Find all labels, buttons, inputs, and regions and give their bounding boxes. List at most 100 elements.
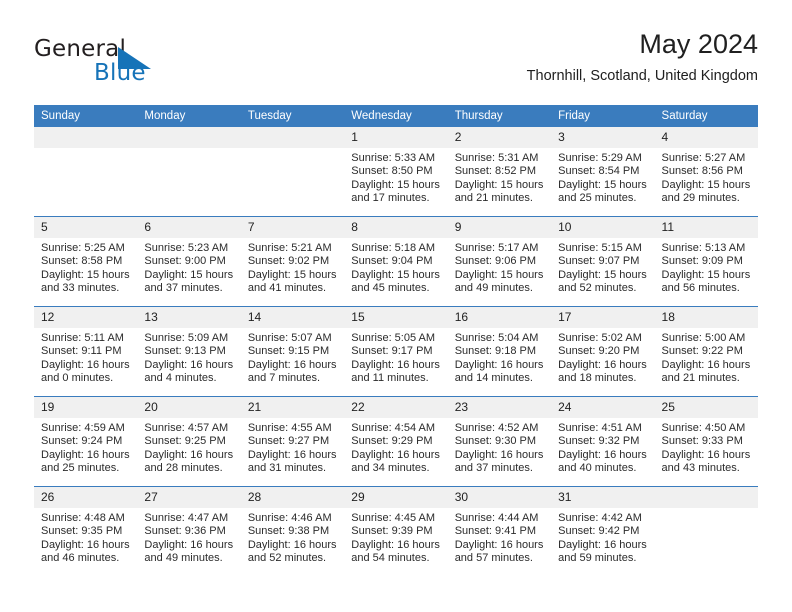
calendar-day-cell-inner bbox=[34, 127, 138, 216]
daylight-line2-text: and 0 minutes. bbox=[41, 372, 114, 385]
calendar-day-cell[interactable]: 16 Sunrise: 5:04 AM Sunset: 9:18 PM Dayligh… bbox=[447, 306, 552, 397]
day-details: Sunrise: 5:04 AM Sunset: 9:18 PM Daylight:… bbox=[448, 328, 551, 386]
day-number: 25 bbox=[654, 397, 758, 418]
calendar-day-cell[interactable]: 10 Sunrise: 5:15 AM Sunset: 9:07 PM Dayligh… bbox=[551, 216, 655, 307]
calendar-day-cell[interactable]: 13 Sunrise: 5:09 AM Sunset: 9:13 PM Dayligh… bbox=[137, 306, 241, 397]
calendar-day-cell[interactable]: 15 Sunrise: 5:05 AM Sunset: 9:17 PM Dayligh… bbox=[344, 306, 448, 397]
daylight-line1-text: Daylight: 16 hours bbox=[351, 448, 440, 461]
sunset-text: Sunset: 9:11 PM bbox=[41, 345, 122, 358]
day-number: 17 bbox=[551, 307, 655, 328]
calendar-week-row: 26 Sunrise: 4:48 AM Sunset: 9:35 PM Dayligh… bbox=[34, 486, 758, 576]
calendar-day-cell[interactable]: 28 Sunrise: 4:46 AM Sunset: 9:38 PM Dayligh… bbox=[240, 486, 345, 576]
calendar-day-cell[interactable]: 31 Sunrise: 4:42 AM Sunset: 9:42 PM Dayligh… bbox=[551, 486, 655, 576]
calendar-day-cell[interactable]: 12 Sunrise: 5:11 AM Sunset: 9:11 PM Dayligh… bbox=[34, 306, 138, 397]
calendar-day-cell[interactable]: 30 Sunrise: 4:44 AM Sunset: 9:41 PM Dayligh… bbox=[447, 486, 552, 576]
calendar-day-cell[interactable]: 11 Sunrise: 5:13 AM Sunset: 9:09 PM Dayligh… bbox=[654, 216, 758, 307]
day-details: Sunrise: 5:11 AM Sunset: 9:11 PM Daylight:… bbox=[34, 328, 137, 386]
calendar-day-cell-inner: 20 Sunrise: 4:57 AM Sunset: 9:25 PM Dayligh… bbox=[137, 397, 241, 486]
calendar-day-cell[interactable]: 7 Sunrise: 5:21 AM Sunset: 9:02 PM Daylight… bbox=[240, 216, 345, 307]
daylight-line1-text: Daylight: 16 hours bbox=[454, 358, 544, 371]
sunset-text: Sunset: 9:30 PM bbox=[454, 435, 537, 448]
day-number: 8 bbox=[344, 217, 448, 238]
daylight-line1-text: Daylight: 16 hours bbox=[41, 538, 130, 551]
calendar-day-cell[interactable]: 9 Sunrise: 5:17 AM Sunset: 9:06 PM Daylight… bbox=[447, 216, 552, 307]
calendar-day-cell[interactable]: 5 Sunrise: 5:25 AM Sunset: 8:58 PM Daylight… bbox=[34, 216, 138, 307]
day-details: Sunrise: 5:09 AM Sunset: 9:13 PM Daylight:… bbox=[137, 328, 240, 386]
calendar-day-cell[interactable]: 24 Sunrise: 4:51 AM Sunset: 9:32 PM Dayligh… bbox=[551, 396, 655, 487]
day-number: 30 bbox=[447, 487, 552, 508]
calendar-day-cell-inner: 1 Sunrise: 5:33 AM Sunset: 8:50 PM Daylight… bbox=[344, 127, 448, 216]
sunset-text: Sunset: 9:18 PM bbox=[454, 345, 537, 358]
sunset-text: Sunset: 9:32 PM bbox=[558, 435, 640, 448]
calendar-day-cell[interactable]: 17 Sunrise: 5:02 AM Sunset: 9:20 PM Dayligh… bbox=[551, 306, 655, 397]
calendar-day-cell[interactable]: 1 Sunrise: 5:33 AM Sunset: 8:50 PM Daylight… bbox=[344, 127, 448, 217]
day-number: 23 bbox=[447, 397, 552, 418]
daylight-line2-text: and 37 minutes. bbox=[144, 282, 223, 295]
calendar-day-cell[interactable]: 6 Sunrise: 5:23 AM Sunset: 9:00 PM Daylight… bbox=[137, 216, 241, 307]
sunrise-text: Sunrise: 5:31 AM bbox=[454, 152, 539, 164]
sunrise-text: Sunrise: 5:15 AM bbox=[558, 242, 642, 254]
sunset-text: Sunset: 9:24 PM bbox=[41, 435, 123, 448]
calendar-day-cell-inner: 27 Sunrise: 4:47 AM Sunset: 9:36 PM Dayligh… bbox=[137, 487, 241, 576]
sunset-text: Sunset: 9:17 PM bbox=[351, 345, 433, 358]
calendar-day-cell[interactable]: 3 Sunrise: 5:29 AM Sunset: 8:54 PM Daylight… bbox=[551, 127, 655, 217]
day-number: 14 bbox=[240, 307, 345, 328]
calendar-day-cell-inner: 14 Sunrise: 5:07 AM Sunset: 9:15 PM Dayligh… bbox=[240, 307, 345, 396]
calendar-day-cell[interactable]: 18 Sunrise: 5:00 AM Sunset: 9:22 PM Dayligh… bbox=[654, 306, 758, 397]
daylight-line2-text: and 59 minutes. bbox=[558, 552, 637, 565]
calendar-day-cell[interactable]: 2 Sunrise: 5:31 AM Sunset: 8:52 PM Daylight… bbox=[447, 127, 552, 217]
day-number: 12 bbox=[34, 307, 138, 328]
daylight-line1-text: Daylight: 16 hours bbox=[558, 448, 647, 461]
calendar-day-cell[interactable]: 20 Sunrise: 4:57 AM Sunset: 9:25 PM Dayligh… bbox=[137, 396, 241, 487]
daylight-line1-text: Daylight: 16 hours bbox=[144, 358, 234, 371]
sunset-text: Sunset: 9:35 PM bbox=[41, 525, 123, 538]
daylight-line2-text: and 37 minutes. bbox=[454, 462, 533, 475]
sunrise-text: Sunrise: 5:23 AM bbox=[144, 242, 229, 254]
day-details: Sunrise: 4:59 AM Sunset: 9:24 PM Daylight:… bbox=[34, 418, 137, 476]
sunrise-text: Sunrise: 4:55 AM bbox=[247, 422, 332, 434]
day-number bbox=[240, 127, 345, 148]
sunset-text: Sunset: 9:09 PM bbox=[661, 255, 743, 268]
sunset-text: Sunset: 9:13 PM bbox=[144, 345, 226, 358]
calendar-day-cell-inner: 22 Sunrise: 4:54 AM Sunset: 9:29 PM Dayligh… bbox=[344, 397, 448, 486]
day-number bbox=[137, 127, 241, 148]
calendar-day-cell[interactable]: 23 Sunrise: 4:52 AM Sunset: 9:30 PM Dayligh… bbox=[447, 396, 552, 487]
calendar-day-cell-inner: 24 Sunrise: 4:51 AM Sunset: 9:32 PM Dayligh… bbox=[551, 397, 655, 486]
sunset-text: Sunset: 9:20 PM bbox=[558, 345, 640, 358]
calendar-day-cell[interactable]: 29 Sunrise: 4:45 AM Sunset: 9:39 PM Dayligh… bbox=[344, 486, 448, 576]
daylight-line2-text: and 11 minutes. bbox=[351, 372, 429, 385]
weekday-header-saturday: Saturday bbox=[654, 105, 758, 127]
day-number: 27 bbox=[137, 487, 241, 508]
brand-name-blue: Blue bbox=[94, 60, 146, 86]
calendar-day-cell[interactable]: 25 Sunrise: 4:50 AM Sunset: 9:33 PM Dayligh… bbox=[654, 396, 758, 487]
calendar-day-cell[interactable]: 14 Sunrise: 5:07 AM Sunset: 9:15 PM Dayligh… bbox=[240, 306, 345, 397]
calendar-day-cell[interactable]: 26 Sunrise: 4:48 AM Sunset: 9:35 PM Dayligh… bbox=[34, 486, 138, 576]
calendar-body: 1 Sunrise: 5:33 AM Sunset: 8:50 PM Daylight… bbox=[34, 127, 758, 576]
sunset-text: Sunset: 8:54 PM bbox=[558, 165, 640, 178]
sunset-text: Sunset: 9:06 PM bbox=[454, 255, 537, 268]
calendar-day-cell[interactable]: 4 Sunrise: 5:27 AM Sunset: 8:56 PM Daylight… bbox=[654, 127, 758, 217]
calendar-day-cell[interactable]: 27 Sunrise: 4:47 AM Sunset: 9:36 PM Dayligh… bbox=[137, 486, 241, 576]
sunrise-text: Sunrise: 4:44 AM bbox=[454, 512, 539, 524]
sunrise-text: Sunrise: 5:18 AM bbox=[351, 242, 436, 254]
calendar-day-cell[interactable]: 21 Sunrise: 4:55 AM Sunset: 9:27 PM Dayligh… bbox=[240, 396, 345, 487]
day-details: Sunrise: 5:15 AM Sunset: 9:07 PM Daylight:… bbox=[551, 238, 654, 296]
day-details: Sunrise: 4:46 AM Sunset: 9:38 PM Daylight:… bbox=[241, 508, 344, 566]
brand-logo[interactable]: General Blue bbox=[34, 36, 254, 92]
daylight-line1-text: Daylight: 16 hours bbox=[144, 538, 234, 551]
calendar-day-cell[interactable]: 19 Sunrise: 4:59 AM Sunset: 9:24 PM Dayligh… bbox=[34, 396, 138, 487]
sunrise-text: Sunrise: 4:57 AM bbox=[144, 422, 229, 434]
daylight-line2-text: and 7 minutes. bbox=[247, 372, 320, 385]
daylight-line1-text: Daylight: 16 hours bbox=[454, 538, 544, 551]
day-number: 28 bbox=[240, 487, 345, 508]
calendar-day-cell[interactable]: 22 Sunrise: 4:54 AM Sunset: 9:29 PM Dayligh… bbox=[344, 396, 448, 487]
sunrise-text: Sunrise: 5:09 AM bbox=[144, 332, 229, 344]
calendar-day-cell-inner: 13 Sunrise: 5:09 AM Sunset: 9:13 PM Dayligh… bbox=[137, 307, 241, 396]
calendar-day-cell[interactable]: 8 Sunrise: 5:18 AM Sunset: 9:04 PM Daylight… bbox=[344, 216, 448, 307]
sunset-text: Sunset: 8:52 PM bbox=[454, 165, 537, 178]
daylight-line1-text: Daylight: 15 hours bbox=[144, 268, 234, 281]
calendar-day-cell-inner: 19 Sunrise: 4:59 AM Sunset: 9:24 PM Dayligh… bbox=[34, 397, 138, 486]
day-number: 6 bbox=[137, 217, 241, 238]
sunrise-text: Sunrise: 4:54 AM bbox=[351, 422, 436, 434]
calendar-day-cell-inner: 9 Sunrise: 5:17 AM Sunset: 9:06 PM Daylight… bbox=[447, 217, 552, 306]
